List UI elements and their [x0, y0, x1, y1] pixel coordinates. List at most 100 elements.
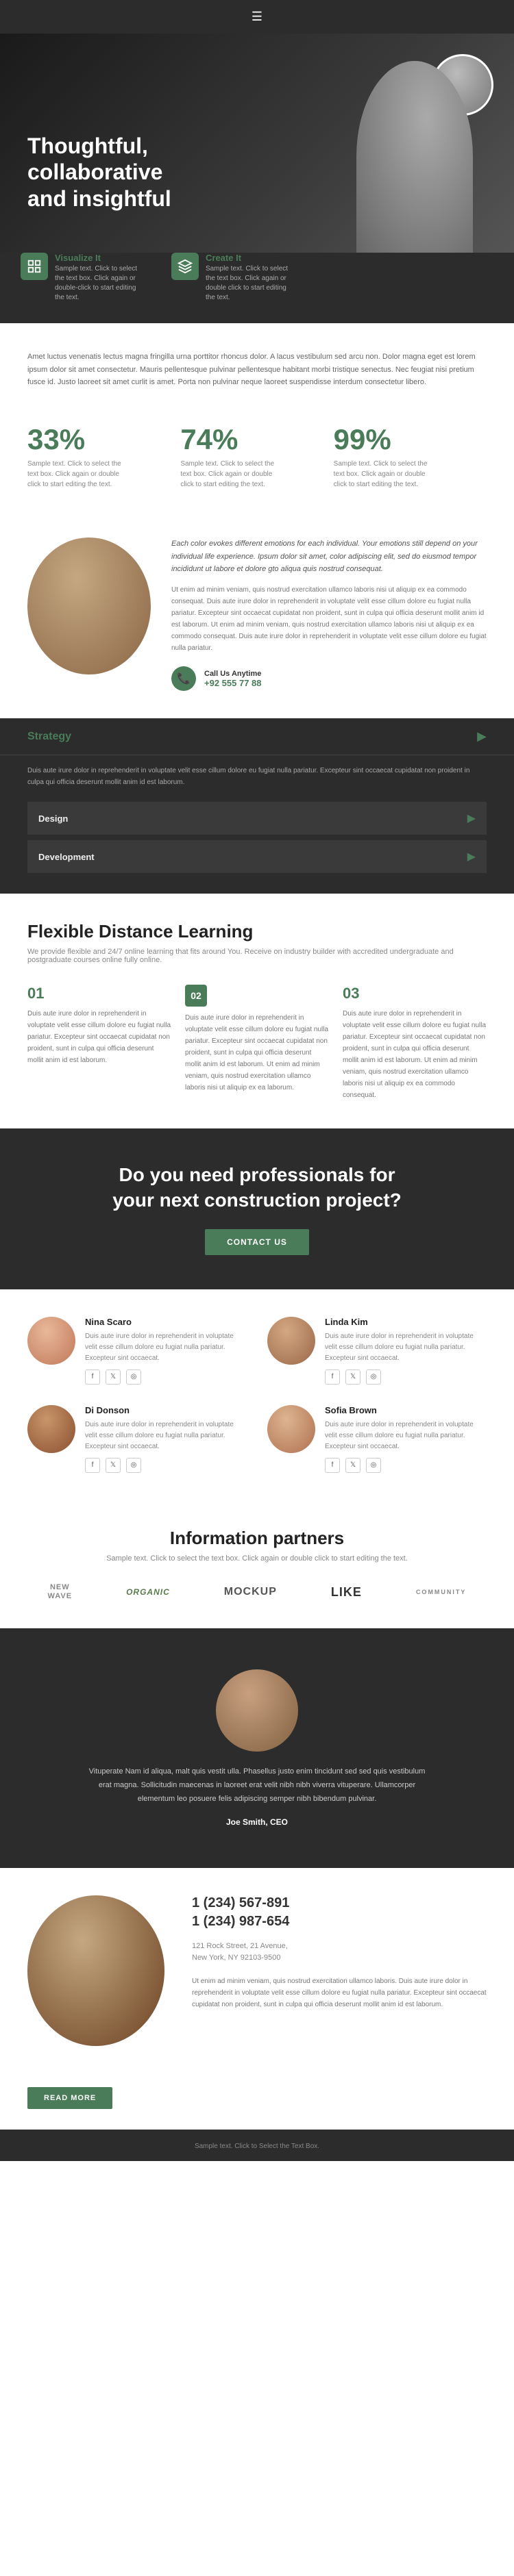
- learning-col-1: 01 Duis aute irure dolor in reprehenderi…: [27, 985, 171, 1101]
- call-us-label: Call Us Anytime: [204, 670, 262, 678]
- call-us-number: +92 555 77 88: [204, 678, 262, 688]
- twitter-icon-linda[interactable]: 𝕏: [345, 1369, 360, 1385]
- icon-box-create-text: Create It Sample text. Click to select t…: [206, 253, 295, 303]
- partner-logo-mockup[interactable]: Mockup: [224, 1586, 277, 1598]
- read-more-button[interactable]: READ MORE: [27, 2087, 112, 2109]
- contact-phone-2: 1 (234) 987-654: [192, 1914, 487, 1930]
- footer-text: Sample text. Click to Select the Text Bo…: [195, 2143, 319, 2150]
- stat-number-3: 99%: [334, 423, 487, 456]
- team-photo-nina: [27, 1317, 75, 1365]
- team-desc-nina: Duis aute irure dolor in reprehenderit i…: [85, 1331, 247, 1364]
- create-icon: [171, 253, 199, 280]
- strategy-items: Design ▶ Development ▶: [0, 802, 514, 894]
- menu-bar: ☰: [0, 0, 514, 34]
- team-name-linda: Linda Kim: [325, 1317, 487, 1327]
- hero-section: Thoughtful,collaborativeand insightful: [0, 34, 514, 253]
- facebook-icon-di[interactable]: f: [85, 1458, 100, 1473]
- team-social-linda: f 𝕏 ◎: [325, 1369, 487, 1385]
- cta-section: Do you need professionals foryour next c…: [0, 1128, 514, 1289]
- call-us-text: Call Us Anytime +92 555 77 88: [204, 670, 262, 688]
- instagram-icon-linda[interactable]: ◎: [366, 1369, 381, 1385]
- testimonial-author: Joe Smith, CEO: [27, 1817, 487, 1827]
- learning-section: Flexible Distance Learning We provide fl…: [0, 894, 514, 1128]
- strategy-expand-icon[interactable]: ▶: [477, 729, 487, 744]
- stat-item-2: 74% Sample text. Click to select the tex…: [180, 423, 333, 490]
- hero-text-block: Thoughtful,collaborativeand insightful: [27, 133, 171, 212]
- strategy-item-design-label: Design: [38, 813, 68, 824]
- icon-box-visualize-title: Visualize It: [55, 253, 144, 263]
- call-us-block: 📞 Call Us Anytime +92 555 77 88: [171, 666, 487, 691]
- team-photo-di: [27, 1405, 75, 1453]
- learning-col-2: 02 Duis aute irure dolor in reprehenderi…: [185, 985, 329, 1101]
- strategy-item-development[interactable]: Development ▶: [27, 840, 487, 873]
- partner-logo-organic[interactable]: ORGANIC: [126, 1587, 170, 1597]
- visualize-icon: [21, 253, 48, 280]
- team-desc-sofia: Duis aute irure dolor in reprehenderit i…: [325, 1419, 487, 1452]
- twitter-icon-di[interactable]: 𝕏: [106, 1458, 121, 1473]
- stats-section: 33% Sample text. Click to select the tex…: [0, 409, 514, 510]
- stat-number-1: 33%: [27, 423, 180, 456]
- partners-section: Information partners Sample text. Click …: [0, 1500, 514, 1628]
- profile-body: Ut enim ad minim veniam, quis nostrud ex…: [171, 584, 487, 654]
- learning-col-num-1: 01: [27, 985, 171, 1002]
- learning-col-num-3: 03: [343, 985, 487, 1002]
- hero-person-right: [356, 61, 473, 253]
- team-info-sofia: Sofia Brown Duis aute irure dolor in rep…: [325, 1405, 487, 1473]
- strategy-item-development-arrow: ▶: [467, 850, 476, 863]
- twitter-icon-nina[interactable]: 𝕏: [106, 1369, 121, 1385]
- hero-title: Thoughtful,collaborativeand insightful: [27, 133, 171, 212]
- learning-col-3: 03 Duis aute irure dolor in reprehenderi…: [343, 985, 487, 1101]
- partners-subtitle: Sample text. Click to select the text bo…: [27, 1554, 487, 1563]
- contact-phone-1: 1 (234) 567-891: [192, 1895, 487, 1911]
- instagram-icon-di[interactable]: ◎: [126, 1458, 141, 1473]
- team-grid: Nina Scaro Duis aute irure dolor in repr…: [27, 1317, 487, 1473]
- stat-label-3: Sample text. Click to select the text bo…: [334, 459, 437, 490]
- icon-box-create[interactable]: Create It Sample text. Click to select t…: [171, 253, 295, 303]
- learning-col-text-1: Duis aute irure dolor in reprehenderit i…: [27, 1008, 171, 1066]
- profile-content: Each color evokes different emotions for…: [171, 538, 487, 691]
- contact-us-button[interactable]: CONTACT US: [205, 1229, 309, 1255]
- instagram-icon-sofia[interactable]: ◎: [366, 1458, 381, 1473]
- team-desc-di: Duis aute irure dolor in reprehenderit i…: [85, 1419, 247, 1452]
- facebook-icon-sofia[interactable]: f: [325, 1458, 340, 1473]
- strategy-item-development-label: Development: [38, 852, 95, 862]
- testimonial-text: Vituperate Nam id aliqua, malt quis vest…: [86, 1765, 428, 1806]
- stat-label-2: Sample text. Click to select the text bo…: [180, 459, 283, 490]
- strategy-item-design-arrow: ▶: [467, 811, 476, 825]
- team-member-di: Di Donson Duis aute irure dolor in repre…: [27, 1405, 247, 1473]
- learning-col-num-2: 02: [185, 985, 207, 1007]
- team-desc-linda: Duis aute irure dolor in reprehenderit i…: [325, 1331, 487, 1364]
- strategy-title: Strategy: [27, 731, 71, 743]
- contact-info-section: 1 (234) 567-891 1 (234) 987-654 121 Rock…: [0, 1868, 514, 2073]
- icon-box-visualize-text: Visualize It Sample text. Click to selec…: [55, 253, 144, 303]
- strategy-item-design[interactable]: Design ▶: [27, 802, 487, 835]
- partner-logo-like[interactable]: Like: [331, 1585, 362, 1600]
- learning-subtitle: We provide flexible and 24/7 online lear…: [27, 948, 487, 964]
- hamburger-icon[interactable]: ☰: [252, 10, 262, 23]
- facebook-icon-linda[interactable]: f: [325, 1369, 340, 1385]
- profile-section: Each color evokes different emotions for…: [0, 510, 514, 718]
- partner-logo-community[interactable]: COMMUNITY: [416, 1589, 467, 1595]
- instagram-icon-nina[interactable]: ◎: [126, 1369, 141, 1385]
- partner-logo-newwave[interactable]: NEWWAVE: [48, 1583, 73, 1601]
- strategy-description: Duis aute irure dolor in reprehenderit i…: [0, 755, 514, 802]
- intro-text: Amet luctus venenatis lectus magna fring…: [27, 351, 487, 389]
- contact-person-photo: [27, 1895, 164, 2046]
- team-name-sofia: Sofia Brown: [325, 1405, 487, 1415]
- strategy-desc-text: Duis aute irure dolor in reprehenderit i…: [27, 765, 487, 788]
- team-social-sofia: f 𝕏 ◎: [325, 1458, 487, 1473]
- stat-item-1: 33% Sample text. Click to select the tex…: [27, 423, 180, 490]
- strategy-header[interactable]: Strategy ▶: [0, 718, 514, 755]
- team-info-di: Di Donson Duis aute irure dolor in repre…: [85, 1405, 247, 1473]
- partners-title: Information partners: [27, 1528, 487, 1549]
- intro-section: Amet luctus venenatis lectus magna fring…: [0, 323, 514, 409]
- twitter-icon-sofia[interactable]: 𝕏: [345, 1458, 360, 1473]
- icon-box-visualize[interactable]: Visualize It Sample text. Click to selec…: [21, 253, 144, 303]
- team-social-di: f 𝕏 ◎: [85, 1458, 247, 1473]
- team-member-nina: Nina Scaro Duis aute irure dolor in repr…: [27, 1317, 247, 1385]
- stat-item-3: 99% Sample text. Click to select the tex…: [334, 423, 487, 490]
- icon-box-create-title: Create It: [206, 253, 295, 263]
- profile-tagline: Each color evokes different emotions for…: [171, 538, 487, 576]
- strategy-section: Strategy ▶ Duis aute irure dolor in repr…: [0, 718, 514, 894]
- facebook-icon-nina[interactable]: f: [85, 1369, 100, 1385]
